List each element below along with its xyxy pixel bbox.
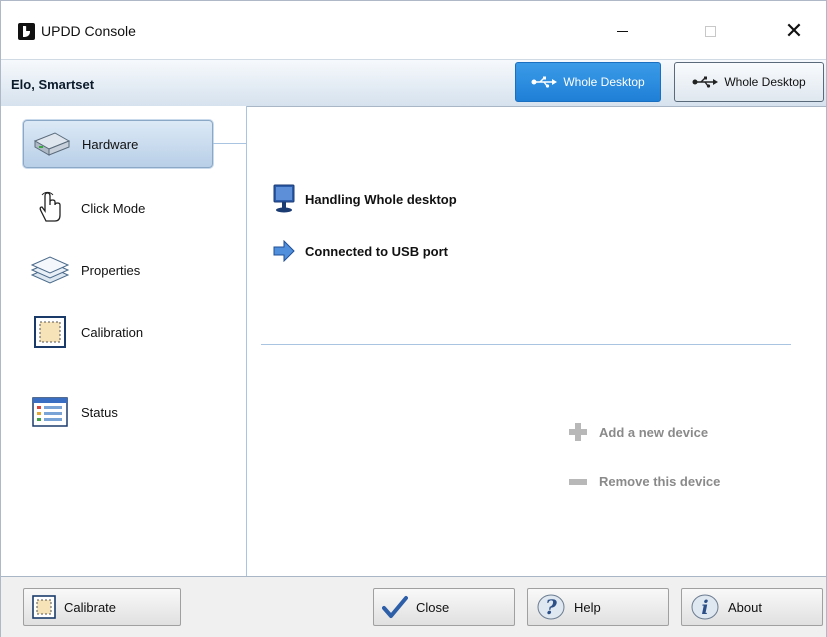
hand-pointer-icon bbox=[29, 191, 71, 224]
close-window-button[interactable]: ✕ bbox=[771, 13, 817, 49]
whole-desktop-label: Whole Desktop bbox=[563, 75, 645, 89]
title-bar: UPDD Console ✕ bbox=[1, 1, 826, 59]
about-label: About bbox=[728, 599, 762, 615]
nav-item-status[interactable]: Status bbox=[23, 388, 213, 436]
svg-text:?: ? bbox=[545, 595, 557, 619]
nav-item-calibration[interactable]: Calibration bbox=[23, 308, 213, 356]
help-question-icon: ? bbox=[537, 594, 565, 620]
hard-drive-icon bbox=[30, 128, 72, 160]
nav-item-hardware[interactable]: Hardware bbox=[23, 120, 213, 168]
info-icon: i bbox=[691, 594, 719, 620]
arrow-right-icon bbox=[273, 240, 295, 262]
nav-item-properties[interactable]: Properties bbox=[23, 246, 213, 294]
minimize-icon bbox=[616, 31, 628, 33]
nav-label: Calibration bbox=[81, 324, 144, 340]
calibrate-button[interactable]: Calibrate bbox=[23, 588, 181, 626]
svg-text:i: i bbox=[701, 597, 708, 619]
nav-item-click-mode[interactable]: Click Mode bbox=[23, 184, 213, 232]
close-label: Close bbox=[416, 599, 450, 615]
add-device-button[interactable]: Add a new device bbox=[567, 422, 708, 442]
help-label: Help bbox=[574, 599, 601, 615]
device-name: Elo, Smartset bbox=[11, 77, 95, 92]
divider bbox=[261, 344, 791, 345]
nav-panel: Hardware Click Mode Properties Calibrati… bbox=[1, 106, 247, 576]
minimize-button[interactable] bbox=[599, 13, 645, 49]
status-grid-icon bbox=[29, 396, 71, 428]
calibrate-label: Calibrate bbox=[64, 599, 117, 615]
remove-device-button[interactable]: Remove this device bbox=[567, 474, 720, 489]
info-text: Connected to USB port bbox=[305, 243, 448, 259]
nav-connector bbox=[213, 143, 247, 144]
content-panel: Handling Whole desktop Connected to USB … bbox=[247, 106, 826, 576]
whole-desktop-button-active[interactable]: Whole Desktop bbox=[515, 62, 661, 102]
nav-label: Click Mode bbox=[81, 200, 146, 216]
layers-icon bbox=[29, 254, 71, 286]
remove-device-label: Remove this device bbox=[599, 474, 721, 489]
whole-desktop-label: Whole Desktop bbox=[724, 75, 806, 89]
nav-label: Hardware bbox=[82, 136, 139, 152]
usb-icon bbox=[692, 76, 719, 88]
whole-desktop-button[interactable]: Whole Desktop bbox=[674, 62, 824, 102]
minus-icon bbox=[569, 478, 587, 485]
window-title: UPDD Console bbox=[41, 23, 136, 39]
usb-icon bbox=[531, 76, 558, 88]
calibration-icon bbox=[32, 595, 56, 619]
nav-label: Properties bbox=[81, 262, 141, 278]
app-logo-icon bbox=[18, 23, 35, 40]
footer-bar: Calibrate Close ? Help i About bbox=[1, 576, 826, 637]
maximize-icon bbox=[704, 26, 716, 38]
device-bar: Elo, Smartset Whole Desktop Whole Deskto… bbox=[1, 59, 826, 107]
nav-label: Status bbox=[81, 404, 118, 420]
about-button[interactable]: i About bbox=[681, 588, 823, 626]
help-button[interactable]: ? Help bbox=[527, 588, 669, 626]
app-window: UPDD Console ✕ Elo, Smartset Whole Deskt… bbox=[0, 0, 827, 637]
info-handling: Handling Whole desktop bbox=[273, 184, 457, 214]
plus-icon bbox=[569, 423, 587, 441]
monitor-icon bbox=[273, 184, 295, 213]
info-connection: Connected to USB port bbox=[273, 240, 448, 262]
calibration-icon bbox=[29, 316, 71, 348]
maximize-button bbox=[687, 13, 733, 49]
checkmark-icon bbox=[382, 596, 408, 618]
add-device-label: Add a new device bbox=[599, 424, 709, 440]
close-button[interactable]: Close bbox=[373, 588, 515, 626]
info-text: Handling Whole desktop bbox=[305, 191, 457, 207]
